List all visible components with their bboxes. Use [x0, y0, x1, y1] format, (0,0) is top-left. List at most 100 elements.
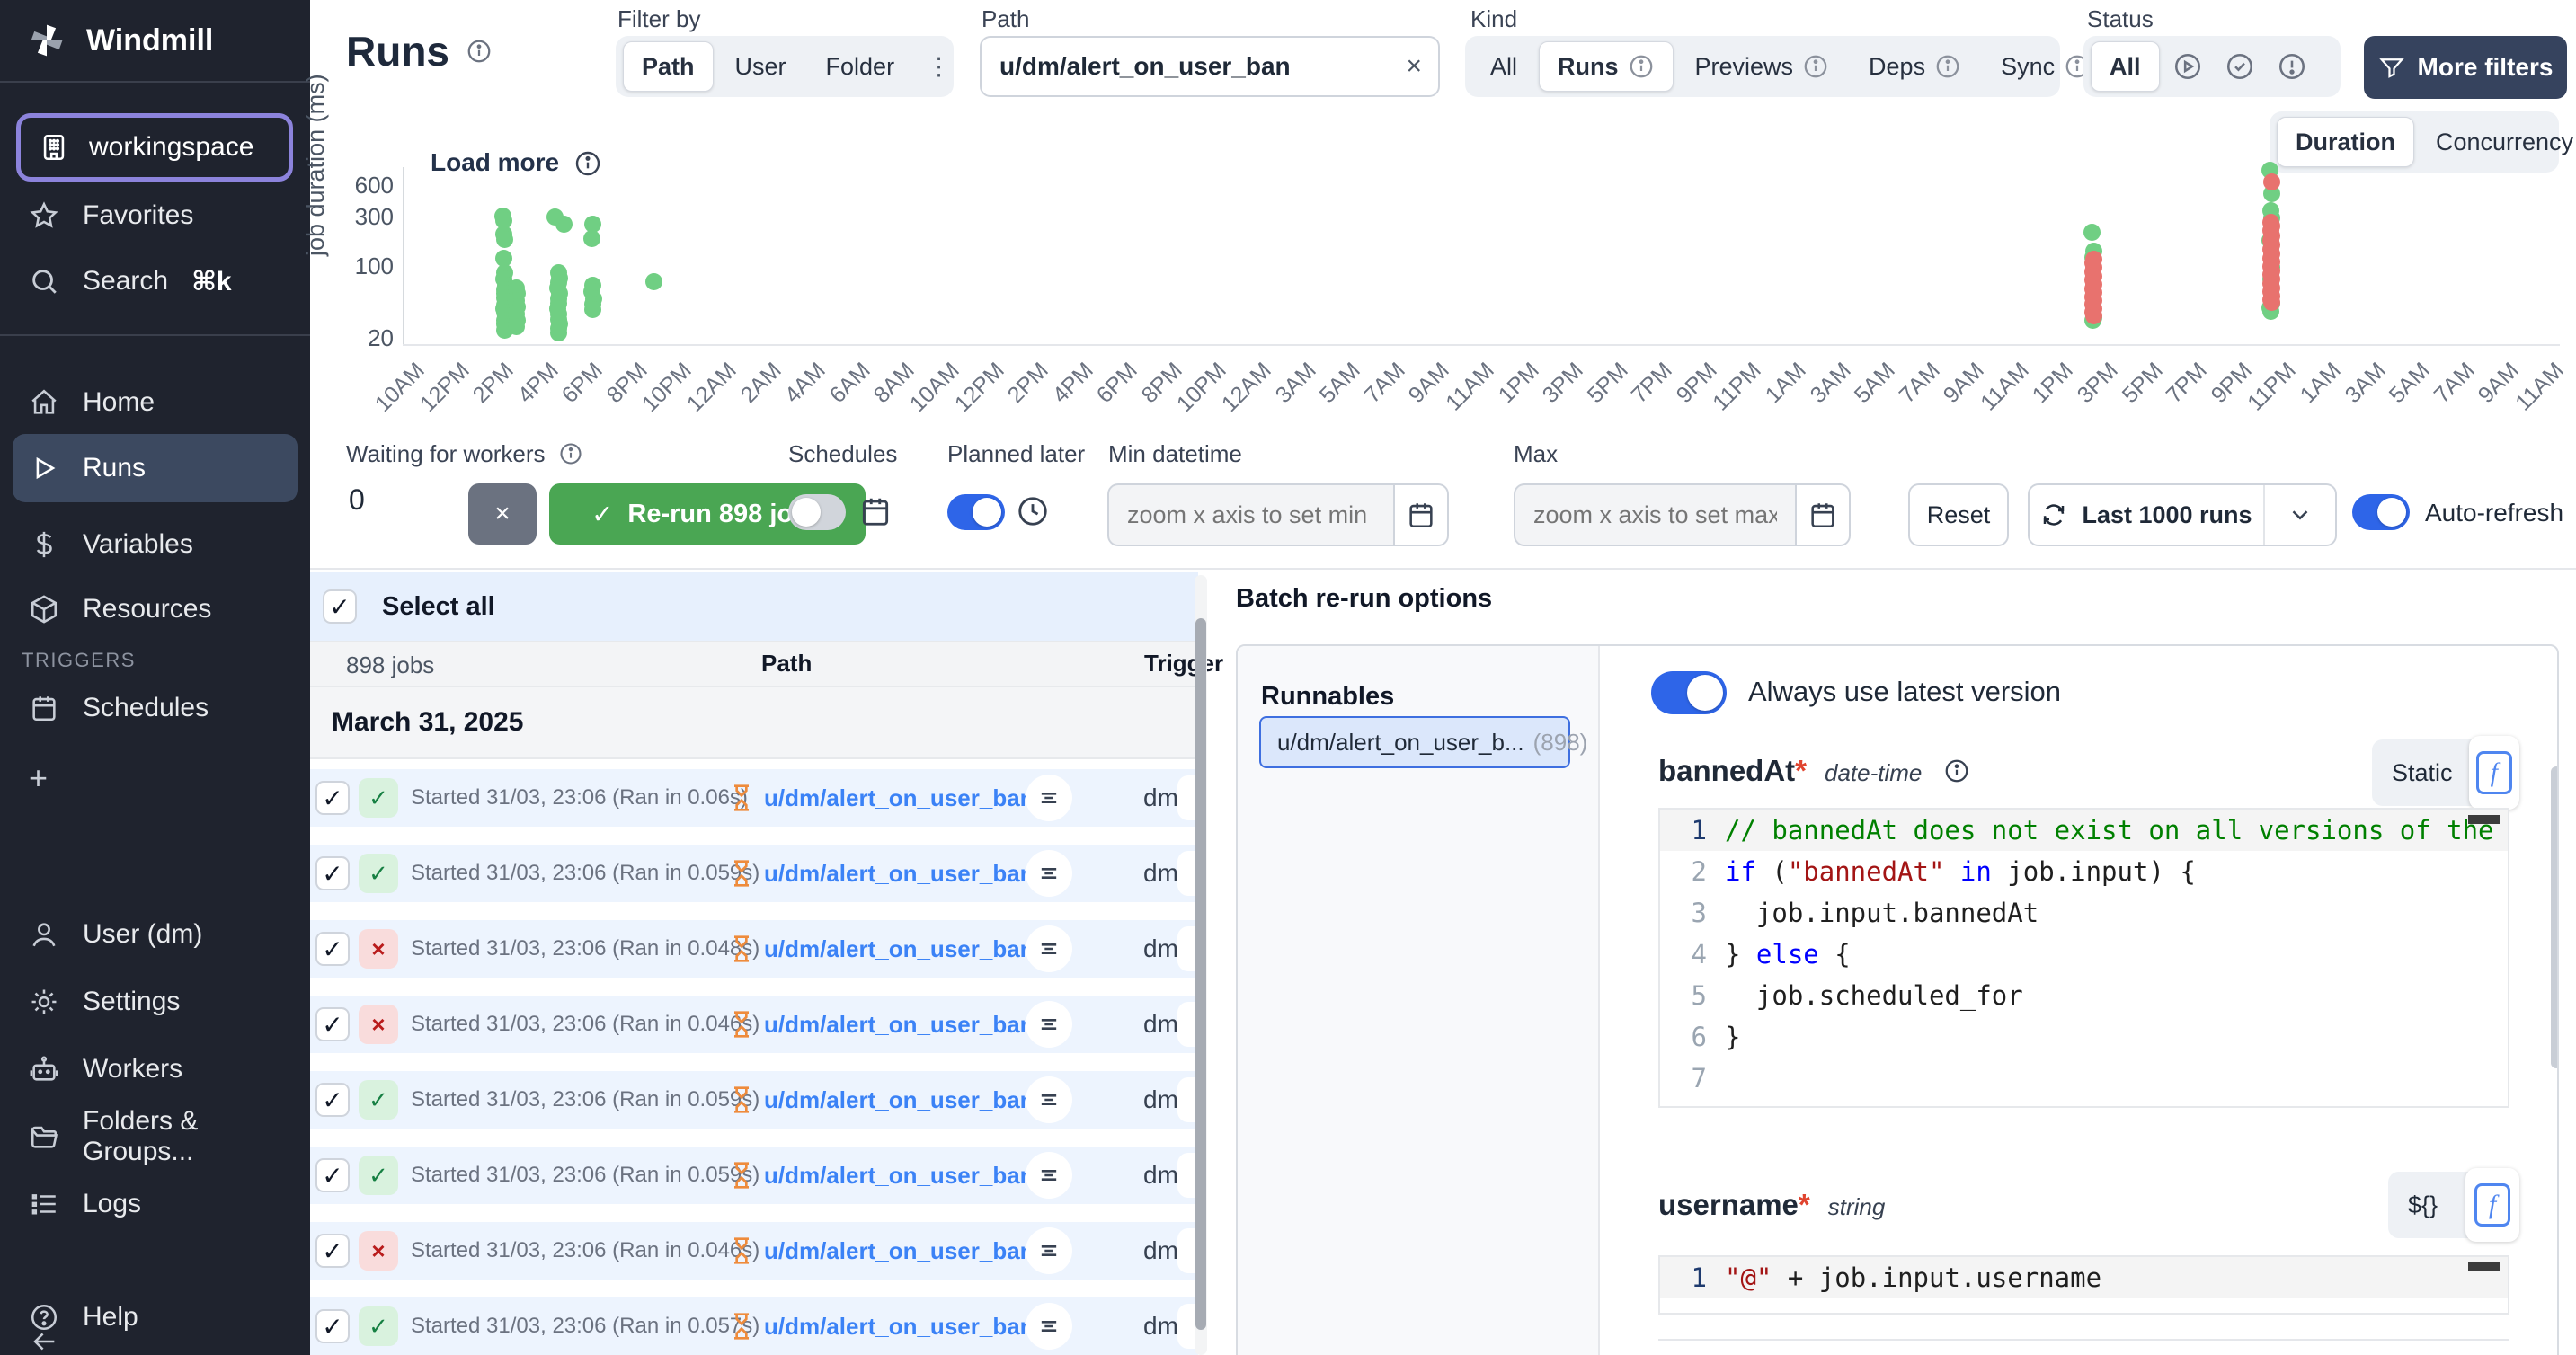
run-path-link[interactable]: u/dm/alert_on_user_ban: [764, 1011, 1035, 1039]
javascript-mode-option[interactable]: f: [2469, 736, 2519, 810]
sidebar-item-variables[interactable]: Variables: [0, 519, 310, 570]
row-checkbox[interactable]: ✓: [315, 856, 350, 890]
row-checkbox[interactable]: ✓: [315, 1083, 350, 1117]
filter-folder-tab[interactable]: Folder: [808, 42, 913, 91]
last-runs-button[interactable]: Last 1000 runs: [2030, 501, 2263, 529]
max-datetime-input[interactable]: [1532, 500, 1779, 530]
username-code-editor[interactable]: 1"@" + job.input.username: [1658, 1255, 2509, 1315]
table-row[interactable]: ✓✓Started 31/03, 23:06 (Ran in 0.06s)u/d…: [310, 769, 1198, 827]
row-checkbox[interactable]: ✓: [315, 1309, 350, 1343]
load-more-button[interactable]: Load more: [431, 148, 600, 177]
status-failure-tab[interactable]: [2268, 42, 2316, 91]
row-menu-button[interactable]: [1026, 1001, 1072, 1048]
last-runs-dropdown-button[interactable]: [2263, 485, 2335, 545]
scatter-point-success[interactable]: [645, 273, 662, 290]
table-row[interactable]: ✓×Started 31/03, 23:06 (Ran in 0.048s)u/…: [310, 920, 1198, 978]
row-menu-button[interactable]: [1026, 1076, 1072, 1123]
row-menu-button[interactable]: [1026, 775, 1072, 821]
status-all-tab[interactable]: All: [2091, 41, 2160, 92]
panel-scrollbar-thumb[interactable]: [2551, 766, 2559, 1068]
status-running-tab[interactable]: [2163, 42, 2212, 91]
table-row[interactable]: ✓×Started 31/03, 23:06 (Ran in 0.046s)u/…: [310, 1222, 1198, 1280]
auto-refresh-toggle[interactable]: [2352, 494, 2410, 530]
row-checkbox[interactable]: ✓: [315, 781, 350, 815]
row-menu-button[interactable]: [1026, 1227, 1072, 1274]
more-filters-button[interactable]: More filters: [2364, 36, 2567, 99]
filter-user-tab[interactable]: User: [717, 42, 804, 91]
table-row[interactable]: ✓✓Started 31/03, 23:06 (Ran in 0.059s)u/…: [310, 1147, 1198, 1204]
scatter-point-success[interactable]: [550, 324, 567, 341]
sidebar-item-favorites[interactable]: Favorites: [0, 190, 310, 241]
kind-deps-tab[interactable]: Deps: [1851, 42, 1979, 91]
row-checkbox[interactable]: ✓: [315, 932, 350, 966]
kind-previews-tab[interactable]: Previews: [1677, 42, 1848, 91]
filter-more-options-button[interactable]: ⋮: [916, 42, 962, 91]
sidebar-item-folders[interactable]: Folders & Groups...: [0, 1111, 310, 1162]
run-path-link[interactable]: u/dm/alert_on_user_ban: [764, 935, 1035, 963]
sidebar-item-home[interactable]: Home: [0, 377, 310, 428]
run-path-link[interactable]: u/dm/alert_on_user_ban: [764, 1313, 1035, 1341]
scatter-point-failure[interactable]: [2263, 173, 2280, 190]
scatter-point-success[interactable]: [496, 231, 513, 248]
table-row[interactable]: ✓✓Started 31/03, 23:06 (Ran in 0.059s)u/…: [310, 1071, 1198, 1129]
sidebar-item-search[interactable]: Search ⌘k: [0, 256, 310, 306]
clear-path-icon[interactable]: ×: [1406, 51, 1422, 82]
collapse-sidebar-button[interactable]: [0, 1328, 310, 1355]
list-scrollbar[interactable]: [1195, 575, 1207, 1355]
bannedat-code-editor[interactable]: 1// bannedAt does not exist on all versi…: [1658, 808, 2509, 1108]
scatter-point-failure[interactable]: [2263, 294, 2280, 311]
scatter-point-success[interactable]: [583, 230, 600, 247]
scatter-point-success[interactable]: [2083, 224, 2101, 241]
max-datetime-calendar-button[interactable]: [1795, 483, 1851, 546]
kind-runs-tab[interactable]: Runs: [1539, 41, 1674, 92]
run-path-link[interactable]: u/dm/alert_on_user_ban: [764, 1086, 1035, 1114]
table-row[interactable]: ✓✓Started 31/03, 23:06 (Ran in 0.059s)u/…: [310, 845, 1198, 902]
kind-all-tab[interactable]: All: [1472, 42, 1535, 91]
schedules-toggle[interactable]: [788, 494, 846, 530]
filter-path-tab[interactable]: Path: [623, 41, 714, 92]
run-path-link[interactable]: u/dm/alert_on_user_ban: [764, 860, 1035, 888]
list-scrollbar-thumb[interactable]: [1195, 618, 1206, 1330]
status-badge: ×: [359, 929, 398, 969]
scatter-point-success[interactable]: [508, 318, 525, 335]
row-menu-button[interactable]: [1026, 1303, 1072, 1350]
sidebar-item-user[interactable]: User (dm): [0, 909, 310, 960]
latest-version-toggle[interactable]: [1651, 671, 1727, 714]
cancel-selection-button[interactable]: ×: [468, 483, 537, 545]
javascript-mode-option[interactable]: f: [2465, 1168, 2519, 1242]
table-row[interactable]: ✓×Started 31/03, 23:06 (Ran in 0.046s)u/…: [310, 996, 1198, 1053]
concurrency-tab[interactable]: Concurrency: [2418, 118, 2576, 166]
row-menu-button[interactable]: [1026, 1152, 1072, 1199]
scatter-point-success[interactable]: [555, 216, 573, 233]
run-path-link[interactable]: u/dm/alert_on_user_ban: [764, 1237, 1035, 1265]
table-row[interactable]: ✓✓Started 31/03, 23:06 (Ran in 0.057s)u/…: [310, 1297, 1198, 1355]
sidebar-item-logs[interactable]: Logs: [0, 1179, 310, 1229]
sidebar-item-resources[interactable]: Resources: [0, 584, 310, 634]
add-trigger-button[interactable]: +: [0, 753, 310, 803]
runnable-item[interactable]: u/dm/alert_on_user_b... (898): [1259, 716, 1570, 768]
row-checkbox[interactable]: ✓: [315, 1158, 350, 1192]
run-path-link[interactable]: u/dm/alert_on_user_ban: [764, 784, 1035, 812]
min-datetime-input[interactable]: [1125, 500, 1377, 530]
select-all-checkbox[interactable]: ✓: [323, 589, 357, 624]
duration-tab[interactable]: Duration: [2277, 117, 2414, 167]
planned-later-toggle[interactable]: [947, 494, 1005, 530]
row-menu-button[interactable]: [1026, 925, 1072, 972]
scatter-point-success[interactable]: [584, 301, 601, 318]
status-success-tab[interactable]: [2216, 42, 2264, 91]
row-checkbox[interactable]: ✓: [315, 1007, 350, 1041]
sidebar-item-schedules[interactable]: Schedules: [0, 683, 310, 733]
path-input[interactable]: [998, 51, 1406, 82]
sidebar-item-settings[interactable]: Settings: [0, 977, 310, 1027]
reset-button[interactable]: Reset: [1908, 483, 2009, 546]
min-datetime-calendar-button[interactable]: [1393, 483, 1449, 546]
workspace-switcher[interactable]: workingspace: [16, 113, 293, 182]
run-path-link[interactable]: u/dm/alert_on_user_ban: [764, 1162, 1035, 1190]
static-mode-option[interactable]: Static: [2392, 759, 2453, 787]
sidebar-item-runs[interactable]: Runs: [13, 434, 298, 502]
row-checkbox[interactable]: ✓: [315, 1234, 350, 1268]
template-mode-option[interactable]: ${}: [2408, 1191, 2438, 1219]
sidebar-item-workers[interactable]: Workers: [0, 1044, 310, 1094]
row-menu-button[interactable]: [1026, 850, 1072, 897]
app-logo[interactable]: Windmill: [0, 0, 310, 83]
